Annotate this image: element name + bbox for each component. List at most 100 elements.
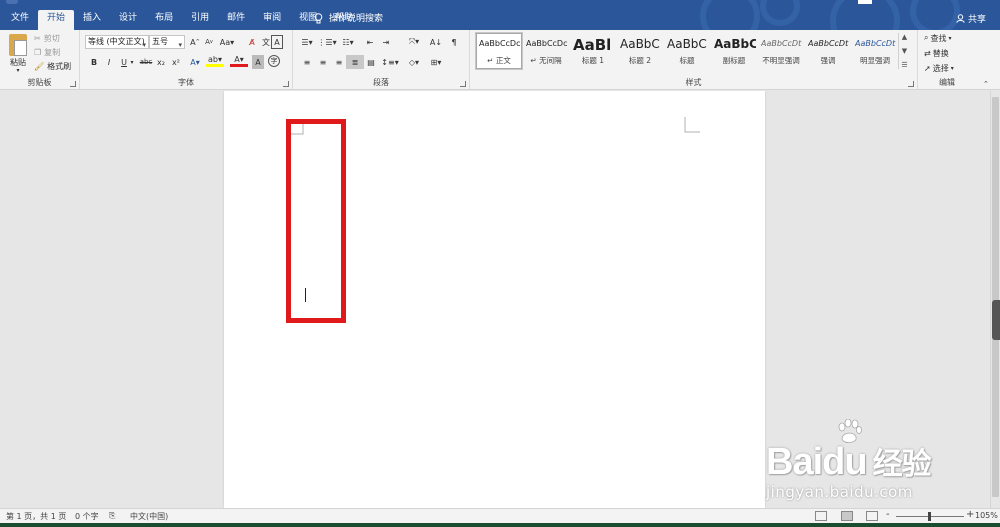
scrollbar-thumb[interactable] <box>992 97 999 497</box>
tell-me-label: 操作说明搜索 <box>329 13 384 24</box>
shrink-font-button[interactable]: Av <box>200 35 218 49</box>
zoom-level[interactable]: 105% <box>975 511 998 520</box>
superscript-button[interactable]: x² <box>167 55 185 69</box>
replace-button[interactable]: ⇄ 替换 <box>924 47 949 59</box>
tell-me-search[interactable]: 操作说明搜索 <box>314 10 383 28</box>
style-heading-2[interactable]: AaBbC 标题 2 <box>617 33 663 69</box>
chevron-up-icon[interactable]: ▲ <box>902 33 907 41</box>
numbering-icon[interactable]: ⋮☰▾ <box>317 35 336 49</box>
proofing-icon[interactable]: ⎘ <box>109 511 115 521</box>
font-color-icon[interactable]: A▾ <box>230 55 248 67</box>
font-group: 等线 (中文正文) ▾ 五号 ▾ A ^ Av Aa▾ A̸ 文 A B I U ▾ … <box>80 30 293 90</box>
style-sample: AaBbCcDc <box>526 39 568 48</box>
bullets-icon[interactable]: ☰▾ <box>298 35 316 49</box>
title-decoration <box>830 0 900 30</box>
title-decoration <box>760 0 800 26</box>
style-name: 标题 <box>679 56 695 65</box>
line-spacing-icon[interactable]: ↕≡▾ <box>381 55 399 69</box>
styles-gallery-scroll[interactable]: ▲ ▼ ☰ <box>898 33 910 69</box>
style-normal[interactable]: AaBbCcDc ↵ 正文 <box>475 32 523 70</box>
copy-icon: ❐ <box>34 48 42 57</box>
title-decoration <box>910 0 960 30</box>
tab-home[interactable]: 开始 <box>38 10 75 30</box>
paste-dropdown[interactable]: ▾ <box>13 67 23 74</box>
distributed-icon[interactable]: ▤ <box>362 55 380 69</box>
paragraph-launcher[interactable] <box>460 81 466 87</box>
taskbar-strip <box>0 523 1000 527</box>
style-name: 标题 2 <box>628 56 652 65</box>
paste-icon[interactable] <box>9 34 27 56</box>
style-title[interactable]: AaBbC 标题 <box>664 33 710 69</box>
style-subtitle[interactable]: AaBbC 副标题 <box>711 33 757 69</box>
sort-icon[interactable]: A↓ <box>427 35 445 49</box>
char-shading-icon[interactable]: A <box>252 55 264 69</box>
chevron-down-icon[interactable]: ▼ <box>902 47 907 55</box>
web-layout-button[interactable] <box>866 511 878 521</box>
char-border-icon[interactable]: A <box>271 35 283 49</box>
editing-group-label: 编辑 <box>939 78 955 87</box>
read-mode-button[interactable] <box>815 511 827 521</box>
find-button[interactable]: ⌕ 查找 ▾ <box>924 32 952 44</box>
tab-mailings[interactable]: 邮件 <box>218 10 254 30</box>
text-effects-icon[interactable]: A▾ <box>186 55 204 69</box>
window-control[interactable] <box>6 0 18 4</box>
shading-icon[interactable]: ◇▾ <box>405 55 423 69</box>
word-count[interactable]: 0 个字 <box>75 511 99 522</box>
highlight-icon[interactable]: ab▾ <box>206 55 224 67</box>
tab-references[interactable]: 引用 <box>182 10 218 30</box>
style-emphasis[interactable]: AaBbCcDt 强调 <box>805 33 851 69</box>
clipboard-launcher[interactable] <box>70 81 76 87</box>
multilevel-list-icon[interactable]: ☷▾ <box>339 35 357 49</box>
font-launcher[interactable] <box>283 81 289 87</box>
style-subtle-emphasis[interactable]: AaBbCcDt 不明显强调 <box>758 33 804 69</box>
style-name-text: 无间隔 <box>539 56 562 65</box>
style-name: ↵ 无间隔 <box>530 56 562 65</box>
title-decoration <box>858 0 872 4</box>
clipboard-group: 粘贴 ▾ ✂ 剪切 ❐ 复制 🖌 格式刷 剪贴板 <box>0 30 80 90</box>
tab-design[interactable]: 设计 <box>110 10 146 30</box>
change-case-button[interactable]: Aa▾ <box>218 35 236 49</box>
more-icon[interactable]: ☰ <box>901 61 907 69</box>
select-button[interactable]: ➚ 选择 ▾ <box>924 62 954 74</box>
side-panel-tab[interactable] <box>992 300 1000 340</box>
asian-layout-icon[interactable]: ⤧▾ <box>405 35 423 49</box>
styles-launcher[interactable] <box>908 81 914 87</box>
person-icon <box>956 14 965 23</box>
format-painter-button[interactable]: 🖌 格式刷 <box>34 61 71 72</box>
collapse-ribbon-icon[interactable]: ⌃ <box>983 80 989 88</box>
language-indicator[interactable]: 中文(中国) <box>130 511 168 522</box>
underline-dropdown[interactable]: ▾ <box>129 55 135 69</box>
copy-button[interactable]: ❐ 复制 <box>34 47 60 58</box>
font-name-dropdown[interactable]: 等线 (中文正文) ▾ <box>85 35 149 49</box>
enclose-char-icon[interactable]: 字 <box>268 55 280 67</box>
tab-insert[interactable]: 插入 <box>74 10 110 30</box>
page-count[interactable]: 第 1 页，共 1 页 <box>6 511 66 522</box>
replace-label: 替换 <box>932 48 949 58</box>
ribbon-tab-bar: 文件 开始 插入 设计 布局 引用 邮件 审阅 视图 帮助 操作说明搜索 共享 <box>0 0 1000 30</box>
style-intense-emphasis[interactable]: AaBbCcDt 明显强调 <box>852 33 898 69</box>
font-size-dropdown[interactable]: 五号 ▾ <box>149 35 185 49</box>
tab-layout[interactable]: 布局 <box>146 10 182 30</box>
tab-review[interactable]: 审阅 <box>254 10 290 30</box>
paste-button[interactable]: 粘贴 <box>6 57 30 67</box>
document-page[interactable] <box>224 91 765 508</box>
style-no-spacing[interactable]: AaBbCcDc ↵ 无间隔 <box>523 33 569 69</box>
print-layout-button[interactable] <box>841 511 853 521</box>
zoom-out-button[interactable]: - <box>886 509 890 520</box>
style-name: 标题 1 <box>581 56 605 65</box>
format-painter-label: 格式刷 <box>47 62 72 71</box>
borders-icon[interactable]: ⊞▾ <box>427 55 445 69</box>
status-bar: 第 1 页，共 1 页 0 个字 ⎘ 中文(中国) - + 105% <box>0 508 1000 523</box>
show-marks-icon[interactable]: ¶ <box>445 35 463 49</box>
cursor-icon: ➚ <box>924 63 931 73</box>
zoom-in-button[interactable]: + <box>966 509 974 520</box>
zoom-slider-thumb[interactable] <box>928 512 931 521</box>
style-heading-1[interactable]: AaBl 标题 1 <box>570 33 616 69</box>
increase-indent-icon[interactable]: ⇥ <box>377 35 395 49</box>
share-button[interactable]: 共享 <box>956 12 986 25</box>
clipboard-group-label: 剪贴板 <box>27 78 52 87</box>
style-name: ↵ 正文 <box>487 56 511 65</box>
style-name: 强调 <box>820 56 836 65</box>
tab-file[interactable]: 文件 <box>2 10 38 30</box>
cut-button[interactable]: ✂ 剪切 <box>34 33 60 44</box>
